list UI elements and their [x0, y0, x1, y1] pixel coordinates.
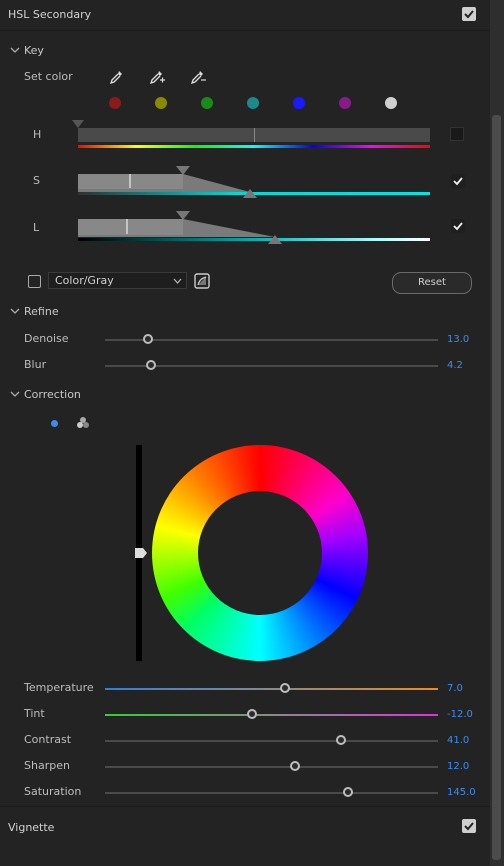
s-label: S: [33, 174, 40, 187]
chevron-down-icon: [173, 278, 182, 284]
sharpen-label: Sharpen: [24, 759, 70, 772]
eyedropper-subtract-icon[interactable]: [189, 69, 207, 88]
hsl-secondary-enable-checkbox[interactable]: [462, 7, 476, 21]
l-label: L: [33, 221, 40, 234]
correction-title: Correction: [24, 388, 81, 401]
temperature-slider-track[interactable]: [105, 688, 438, 690]
chevron-down-icon: [10, 47, 20, 53]
mode-select[interactable]: Color/Gray: [48, 272, 187, 289]
chevron-down-icon: [10, 391, 20, 397]
color-swatch[interactable]: [155, 97, 167, 109]
contrast-slider-knob[interactable]: [336, 735, 347, 745]
divider: [0, 30, 490, 31]
l-checkbox[interactable]: [451, 219, 465, 233]
color-gray-checkbox[interactable]: [28, 275, 41, 288]
color-swatch[interactable]: [293, 97, 305, 109]
denoise-slider-track[interactable]: [105, 339, 438, 341]
s-checkbox[interactable]: [451, 174, 465, 188]
eyedropper-icon[interactable]: [108, 69, 124, 88]
vignette-enable-checkbox[interactable]: [462, 819, 476, 833]
contrast-label: Contrast: [24, 733, 72, 746]
color-swatch[interactable]: [339, 97, 351, 109]
reset-button[interactable]: Reset: [392, 272, 472, 294]
correction-toggle[interactable]: [10, 389, 20, 402]
key-toggle[interactable]: [10, 45, 20, 58]
tint-value[interactable]: -12.0: [447, 709, 473, 720]
saturation-slider-knob[interactable]: [343, 787, 354, 797]
color-wheel[interactable]: [152, 445, 368, 661]
tint-slider-knob[interactable]: [246, 709, 257, 719]
set-color-label: Set color: [24, 70, 73, 83]
sharpen-value[interactable]: 12.0: [447, 761, 469, 772]
color-swatch[interactable]: [247, 97, 259, 109]
contrast-slider-track[interactable]: [105, 740, 438, 742]
temperature-label: Temperature: [24, 681, 94, 694]
temperature-slider-knob[interactable]: [279, 683, 290, 693]
divider: [0, 806, 490, 807]
chevron-down-icon: [10, 308, 20, 314]
sharpen-slider-knob[interactable]: [289, 761, 300, 771]
saturation-label: Saturation: [24, 785, 82, 798]
denoise-label: Denoise: [24, 332, 69, 345]
blur-slider-knob[interactable]: [146, 360, 156, 370]
three-wheel-mode-icon[interactable]: [76, 416, 90, 433]
saturation-value[interactable]: 145.0: [447, 787, 476, 798]
sharpen-slider-track[interactable]: [105, 766, 438, 768]
color-swatch[interactable]: [109, 97, 121, 109]
denoise-value[interactable]: 13.0: [447, 334, 469, 345]
invert-mask-icon[interactable]: [194, 273, 210, 292]
blur-value[interactable]: 4.2: [447, 360, 463, 371]
refine-toggle[interactable]: [10, 306, 20, 319]
h-center-marker: [254, 128, 255, 142]
h-label: H: [33, 128, 42, 141]
single-wheel-mode-icon[interactable]: [51, 420, 58, 427]
section-title-hsl-secondary: HSL Secondary: [8, 8, 92, 21]
l-bottom-handle[interactable]: [268, 234, 282, 247]
temperature-value[interactable]: 7.0: [447, 683, 463, 694]
key-title: Key: [24, 44, 44, 57]
color-swatch[interactable]: [201, 97, 213, 109]
color-wheel-center: [198, 491, 322, 615]
denoise-slider-knob[interactable]: [143, 334, 153, 344]
l-gradient: [78, 238, 430, 241]
tint-slider-track[interactable]: [105, 714, 438, 716]
luminance-slider-handle[interactable]: [135, 548, 147, 561]
scrollbar-thumb[interactable]: [492, 115, 501, 860]
contrast-value[interactable]: 41.0: [447, 735, 469, 746]
section-title-vignette: Vignette: [8, 821, 55, 834]
refine-title: Refine: [24, 305, 59, 318]
color-swatch[interactable]: [385, 97, 397, 109]
saturation-slider-track[interactable]: [105, 792, 438, 794]
mode-select-value: Color/Gray: [55, 274, 114, 287]
blur-label: Blur: [24, 358, 47, 371]
s-bottom-handle[interactable]: [243, 188, 257, 201]
h-checkbox[interactable]: [450, 127, 464, 141]
tint-label: Tint: [24, 707, 45, 720]
eyedropper-add-icon[interactable]: [148, 69, 166, 88]
scrollbar[interactable]: [490, 0, 504, 866]
h-hue-gradient: [78, 145, 430, 148]
